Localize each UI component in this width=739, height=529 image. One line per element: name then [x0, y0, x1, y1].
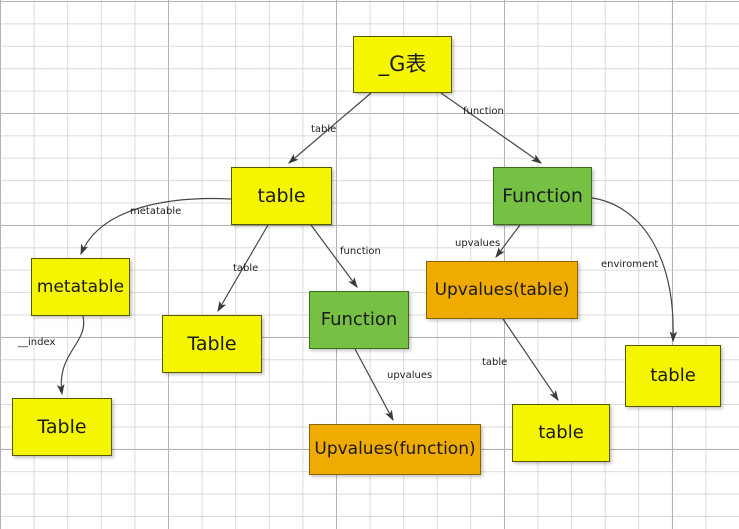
node-upvalues-function[interactable]: Upvalues(function): [309, 424, 481, 475]
node-label: Upvalues(table): [434, 279, 570, 300]
diagram-canvas: _G表 table Function metatable Upvalues(ta…: [0, 0, 739, 529]
edge-label-function-from-table: function: [340, 246, 381, 257]
node-table-main[interactable]: table: [231, 167, 332, 225]
edge-label-function-from-g: function: [463, 106, 504, 117]
edge-label-table-from-table: table: [233, 263, 259, 274]
node-label: Table: [187, 332, 237, 355]
node-label: table: [257, 184, 306, 207]
edge-label-enviroment: enviroment: [601, 259, 659, 270]
node-label: Upvalues(function): [314, 439, 476, 460]
node-metatable[interactable]: metatable: [31, 258, 130, 316]
edge-label-index: __index: [18, 337, 56, 348]
node-label: table: [650, 365, 696, 387]
node-table-bottom-right[interactable]: table: [512, 404, 610, 462]
node-table-bottom-left[interactable]: Table: [12, 398, 112, 456]
node-upvalues-table[interactable]: Upvalues(table): [426, 261, 578, 319]
edge-metatable-to-table-bottom: [56, 315, 85, 396]
node-label: _G表: [378, 51, 427, 76]
node-table-right-upper[interactable]: table: [625, 345, 721, 407]
edge-upvalues-to-table-bottom: [502, 318, 559, 401]
edge-label-upvalues-right: upvalues: [455, 238, 501, 249]
edge-function-to-upvalues-function: [354, 348, 394, 422]
edge-label-metatable: metatable: [130, 206, 182, 217]
node-g-table[interactable]: _G表: [353, 36, 452, 93]
node-label: Function: [320, 309, 398, 331]
node-label: table: [538, 422, 584, 444]
node-label: metatable: [36, 276, 125, 297]
edge-label-table-from-g: table: [311, 124, 337, 135]
edge-label-upvalues-function: upvalues: [387, 370, 433, 381]
node-table-lower-left[interactable]: Table: [162, 315, 262, 373]
edge-label-table-from-upvalues: table: [482, 357, 508, 368]
node-function-right[interactable]: Function: [493, 167, 592, 225]
node-label: Function: [502, 184, 583, 207]
node-function-middle[interactable]: Function: [309, 291, 409, 349]
edge-g-to-function: [440, 92, 542, 164]
node-label: Table: [37, 415, 87, 438]
